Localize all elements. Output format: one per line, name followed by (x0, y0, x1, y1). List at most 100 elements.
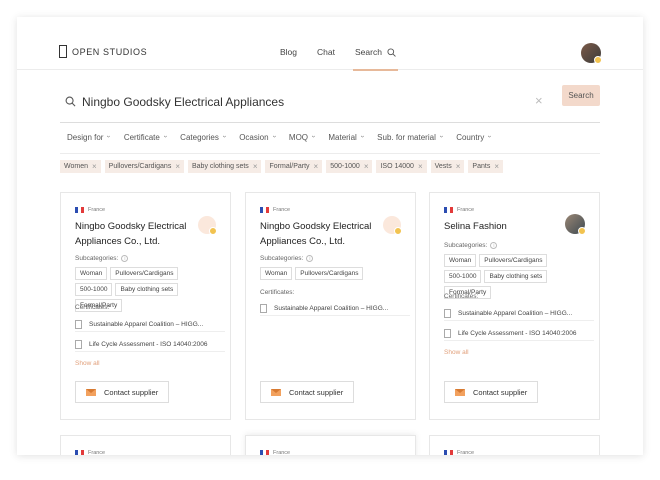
subcategories-text: Subcategories: (75, 255, 119, 262)
supplier-name[interactable]: Ningbo Goodsky Electrical Appliances Co.… (75, 219, 200, 249)
supplier-card[interactable]: France (245, 435, 416, 455)
search-input[interactable]: Ningbo Goodsky Electrical Appliances (82, 95, 284, 109)
contact-supplier-button[interactable]: Contact supplier (444, 381, 538, 403)
certificate-name: Sustainable Apparel Coalition – HIGG... (274, 304, 389, 312)
chip: Pullovers/Cardigans (295, 267, 364, 280)
logo[interactable]: OPEN STUDIOS (59, 45, 147, 58)
close-icon[interactable]: × (253, 162, 258, 171)
certificate-item[interactable]: Life Cycle Assessment - ISO 14040:2006 (444, 326, 594, 341)
france-flag-icon (444, 207, 453, 213)
country-label: France (457, 450, 475, 455)
tag-label: Women (64, 163, 88, 170)
info-icon[interactable]: i (306, 255, 314, 262)
country-label: France (88, 450, 106, 455)
close-icon[interactable]: × (418, 162, 423, 171)
active-tag: Baby clothing sets × (188, 160, 262, 173)
contact-supplier-button[interactable]: Contact supplier (260, 381, 354, 403)
chip: Woman (75, 267, 108, 280)
country: France (260, 207, 290, 213)
certificate-list: Sustainable Apparel Coalition – HIGG... … (75, 317, 225, 357)
close-icon[interactable]: × (314, 162, 319, 171)
nav-chat[interactable]: Chat (317, 47, 335, 57)
filter-country[interactable]: Country › (456, 133, 493, 142)
contact-supplier-button[interactable]: Contact supplier (75, 381, 169, 403)
user-avatar[interactable] (581, 43, 602, 64)
top-header: OPEN STUDIOS Blog Chat Search (17, 17, 643, 71)
filter-material[interactable]: Material › (328, 133, 365, 142)
country-label: France (457, 207, 475, 213)
close-icon[interactable]: × (364, 162, 369, 171)
close-icon[interactable]: × (175, 162, 180, 171)
show-all-link[interactable]: Show all (444, 349, 469, 356)
tag-label: Baby clothing sets (192, 163, 249, 170)
subcategories-text: Subcategories: (260, 255, 304, 262)
filter-moq[interactable]: MOQ › (289, 133, 317, 142)
supplier-card[interactable]: France Ningbo Goodsky Electrical Applian… (60, 192, 231, 420)
close-icon[interactable]: × (456, 162, 461, 171)
filter-label: Ocasion (239, 133, 269, 142)
clear-icon[interactable]: × (535, 93, 543, 108)
nav-search[interactable]: Search (352, 47, 398, 71)
france-flag-icon (260, 207, 269, 213)
mail-icon (455, 388, 465, 396)
document-icon (75, 339, 82, 349)
chip: 500-1000 (75, 283, 113, 296)
filter-ocasion[interactable]: Ocasion › (239, 133, 278, 142)
supplier-card[interactable]: France (429, 435, 600, 455)
filter-label: Certificate (123, 133, 160, 142)
certificates-label: Certificates: (75, 304, 110, 311)
filter-label: Sub. for material (377, 133, 436, 142)
filter-sub-material[interactable]: Sub. for material › (377, 133, 444, 142)
france-flag-icon (75, 207, 84, 213)
active-tag: Pullovers/Cardigans × (104, 160, 184, 173)
certificate-item[interactable]: Life Cycle Assessment - ISO 14040:2006 (75, 337, 225, 352)
supplier-name[interactable]: Ningbo Goodsky Electrical Appliances Co.… (260, 219, 385, 249)
filter-label: Design for (67, 133, 104, 142)
logo-text: OPEN STUDIOS (72, 46, 148, 57)
country-label: France (273, 450, 291, 455)
subcategory-chips: Woman Pullovers/Cardigans (260, 267, 405, 283)
chip: Pullovers/Cardigans (110, 267, 179, 280)
active-tag: Women × (60, 160, 101, 173)
active-tag: ISO 14000 × (376, 160, 427, 173)
certificate-item[interactable]: Sustainable Apparel Coalition – HIGG... (75, 317, 225, 332)
divider (60, 153, 600, 154)
document-icon (75, 319, 82, 329)
chip: Baby clothing sets (115, 283, 179, 296)
filter-categories[interactable]: Categories › (180, 133, 227, 142)
document-icon (260, 303, 267, 313)
filter-bar: Design for › Certificate › Categories › Oca… (67, 133, 505, 142)
chip: Baby clothing sets (484, 270, 548, 283)
filter-label: Material (328, 133, 357, 142)
supplier-card[interactable]: France (60, 435, 231, 455)
supplier-logo-icon (383, 216, 402, 235)
certificate-name: Life Cycle Assessment - ISO 14040:2006 (89, 340, 208, 348)
filter-certificate[interactable]: Certificate › (123, 133, 169, 142)
chevron-down-icon: › (105, 135, 113, 138)
certificate-name: Sustainable Apparel Coalition – HIGG... (89, 320, 204, 328)
close-icon[interactable]: × (92, 162, 97, 171)
tag-label: 500-1000 (330, 163, 360, 170)
tag-label: Pullovers/Cardigans (108, 163, 172, 170)
certificate-item[interactable]: Sustainable Apparel Coalition – HIGG... (444, 306, 594, 321)
document-icon (444, 328, 451, 338)
supplier-name[interactable]: Selina Fashion (444, 219, 569, 234)
info-icon[interactable]: i (490, 242, 498, 249)
nav-blog[interactable]: Blog (280, 47, 297, 57)
search-icon (65, 96, 76, 107)
filter-design-for[interactable]: Design for › (67, 133, 113, 142)
active-tag: Formal/Party × (265, 160, 323, 173)
subcategories-text: Subcategories: (444, 242, 488, 249)
supplier-card[interactable]: France Ningbo Goodsky Electrical Applian… (245, 192, 416, 420)
certificate-item[interactable]: Sustainable Apparel Coalition – HIGG... (260, 301, 410, 316)
search-button[interactable]: Search (562, 85, 600, 106)
certificate-name: Sustainable Apparel Coalition – HIGG... (458, 309, 573, 317)
supplier-card[interactable]: France Selina Fashion Subcategories: i Wo… (429, 192, 600, 420)
info-icon[interactable]: i (121, 255, 129, 262)
chevron-down-icon: › (270, 135, 278, 138)
filter-label: Country (456, 133, 485, 142)
certificates-label: Certificates: (260, 289, 295, 296)
subcategories-label: Subcategories: i (260, 255, 314, 262)
close-icon[interactable]: × (494, 162, 499, 171)
show-all-link[interactable]: Show all (75, 360, 100, 367)
